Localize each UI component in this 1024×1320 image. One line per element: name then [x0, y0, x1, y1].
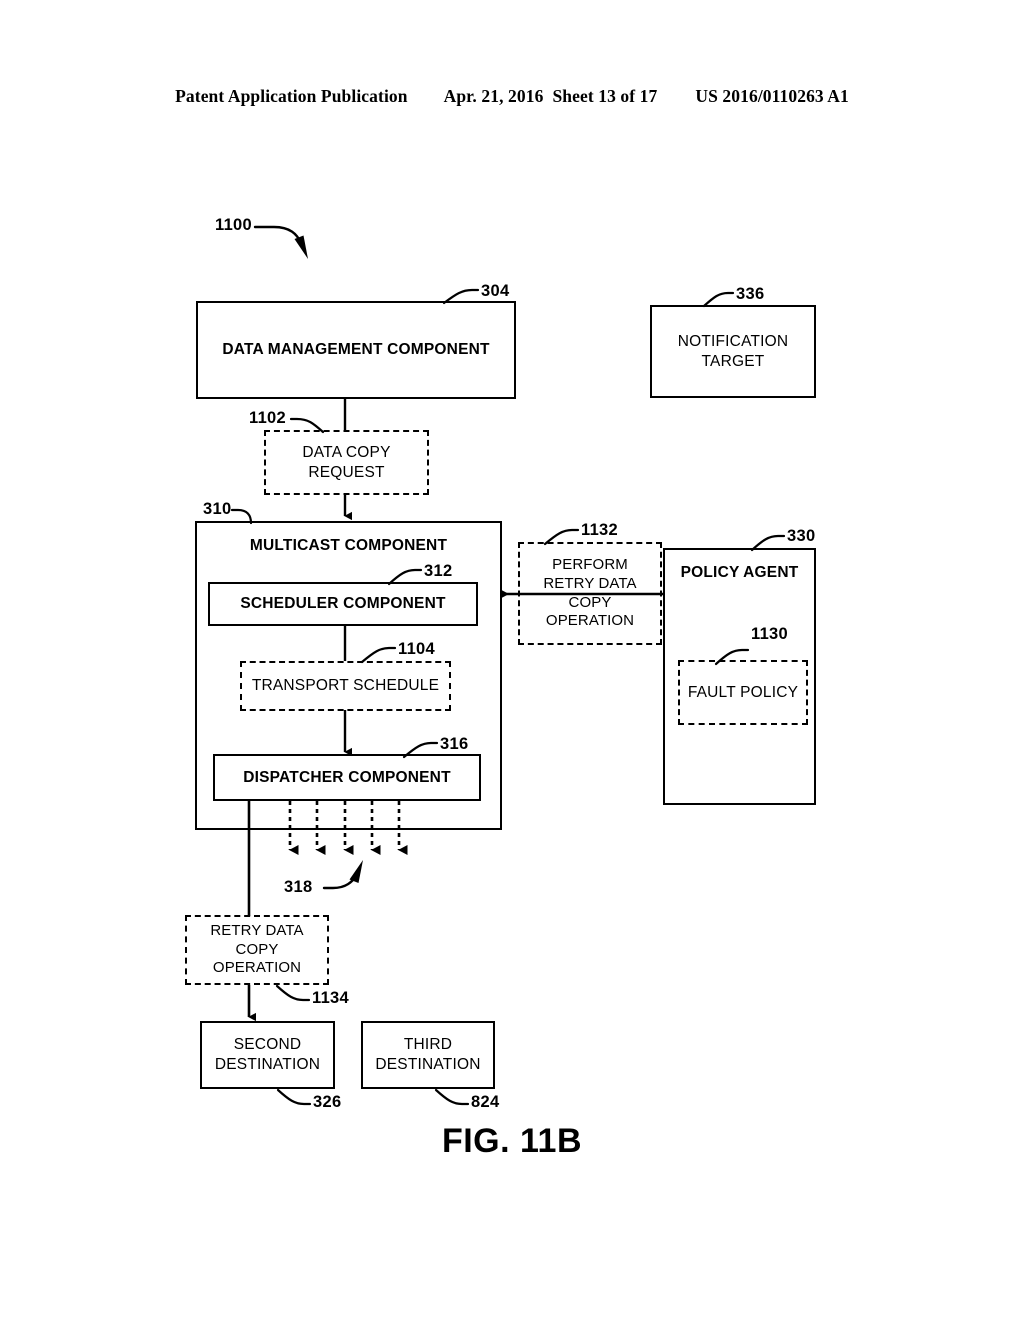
node-data-management-component-label: DATA MANAGEMENT COMPONENT: [222, 341, 490, 359]
ref-numeral-336: 336: [736, 285, 765, 303]
node-fault-policy-label: FAULT POLICY: [687, 683, 799, 701]
ref-numeral-1100: 1100: [215, 216, 252, 234]
node-perform-retry-line3: COPY: [568, 593, 612, 611]
node-retry-data-copy-operation[interactable]: RETRY DATA COPY OPERATION: [185, 915, 329, 985]
ref-numeral-1132: 1132: [581, 521, 618, 539]
ref-numeral-326: 326: [313, 1093, 342, 1111]
node-perform-retry-line4: OPERATION: [545, 612, 635, 630]
node-data-copy-request[interactable]: DATA COPY REQUEST: [264, 430, 429, 495]
node-perform-retry-line1: PERFORM: [552, 555, 628, 573]
header-sheet-text: Sheet 13 of 17: [552, 86, 658, 106]
node-data-copy-request-label: DATA COPY REQUEST: [302, 443, 390, 482]
header-date-text: Apr. 21, 2016: [443, 86, 544, 106]
node-scheduler-component-label: SCHEDULER COMPONENT: [240, 595, 446, 613]
node-third-destination[interactable]: THIRD DESTINATION: [361, 1021, 495, 1089]
node-perform-retry-line2: RETRY DATA: [543, 574, 637, 592]
node-data-management-component[interactable]: DATA MANAGEMENT COMPONENT: [196, 301, 516, 399]
node-retry-data-copy-line1: RETRY DATA: [210, 921, 304, 939]
node-scheduler-component[interactable]: SCHEDULER COMPONENT: [208, 582, 478, 626]
node-retry-data-copy-line2: COPY: [235, 940, 279, 958]
ref-824-leader: [434, 1088, 470, 1106]
ref-326-leader: [276, 1088, 312, 1106]
node-perform-retry-data-copy-operation-label: PERFORM RETRY DATA COPY OPERATION: [543, 556, 636, 632]
patent-figure-page: Patent Application Publication Apr. 21, …: [0, 0, 1024, 1320]
node-data-copy-request-line1: DATA COPY: [302, 443, 391, 461]
node-fault-policy[interactable]: FAULT POLICY: [678, 660, 808, 725]
ref-numeral-310: 310: [203, 500, 232, 518]
ref-numeral-304: 304: [481, 282, 510, 300]
node-notification-target-line2: TARGET: [701, 352, 765, 370]
ref-318-leader: [322, 860, 363, 890]
ref-numeral-1102: 1102: [249, 409, 286, 427]
node-second-destination-line1: SECOND: [233, 1036, 302, 1054]
page-header: Patent Application Publication Apr. 21, …: [0, 86, 1024, 114]
node-transport-schedule[interactable]: TRANSPORT SCHEDULE: [240, 661, 451, 711]
node-third-destination-line1: THIRD: [403, 1036, 453, 1054]
node-third-destination-label: THIRD DESTINATION: [375, 1035, 480, 1075]
node-notification-target-line1: NOTIFICATION: [677, 332, 789, 350]
node-perform-retry-data-copy-operation[interactable]: PERFORM RETRY DATA COPY OPERATION: [518, 542, 662, 645]
ref-numeral-1134: 1134: [312, 989, 349, 1007]
node-second-destination[interactable]: SECOND DESTINATION: [200, 1021, 335, 1089]
node-notification-target[interactable]: NOTIFICATION TARGET: [650, 305, 816, 398]
node-second-destination-label: SECOND DESTINATION: [215, 1035, 320, 1075]
node-dispatcher-component-label: DISPATCHER COMPONENT: [243, 768, 451, 786]
node-data-copy-request-line2: REQUEST: [308, 463, 385, 481]
ref-1134-leader: [275, 984, 311, 1002]
node-notification-target-label: NOTIFICATION TARGET: [678, 332, 789, 372]
node-multicast-component-label: MULTICAST COMPONENT: [249, 537, 448, 554]
node-policy-agent-label: POLICY AGENT: [680, 564, 799, 581]
node-dispatcher-component[interactable]: DISPATCHER COMPONENT: [213, 754, 481, 801]
node-third-destination-line2: DESTINATION: [375, 1056, 481, 1073]
node-transport-schedule-label: TRANSPORT SCHEDULE: [251, 677, 440, 695]
node-retry-data-copy-line3: OPERATION: [212, 959, 302, 977]
ref-1100-leader: [253, 225, 308, 259]
header-patent-number-text: US 2016/0110263 A1: [695, 86, 849, 106]
header-publication-text: Patent Application Publication: [175, 86, 408, 106]
ref-numeral-318: 318: [284, 878, 313, 896]
ref-numeral-824: 824: [471, 1093, 500, 1111]
ref-numeral-330: 330: [787, 527, 816, 545]
node-retry-data-copy-operation-label: RETRY DATA COPY OPERATION: [210, 922, 303, 979]
figure-caption: FIG. 11B: [441, 1122, 583, 1160]
node-second-destination-line2: DESTINATION: [214, 1056, 321, 1073]
